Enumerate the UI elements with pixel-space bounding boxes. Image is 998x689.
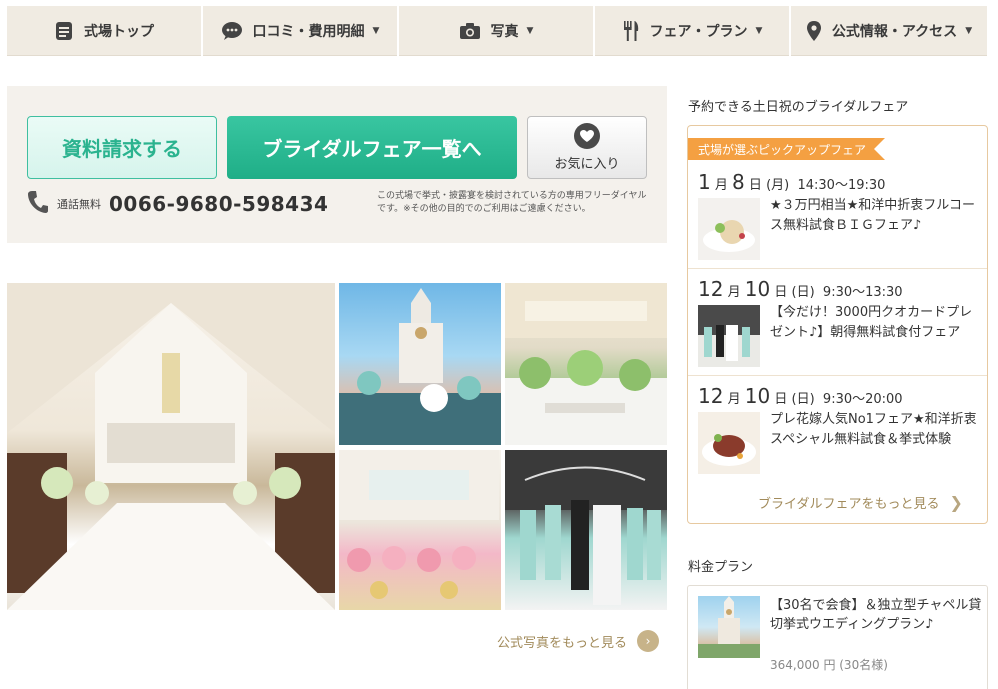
more-photos-label: 公式写真をもっと見る [497, 635, 628, 651]
nav-fair-plan[interactable]: フェア・プラン ▼ [595, 6, 791, 56]
heart-icon [574, 123, 600, 149]
more-fairs-link[interactable]: ブライダルフェアをもっと見る ❯ [758, 493, 963, 512]
nav-venue-top[interactable]: 式場トップ [7, 6, 203, 56]
arrow-right-icon: › [637, 630, 660, 652]
nav-label: 公式情報・アクセス [831, 24, 958, 40]
favorite-label: お気に入り [554, 157, 620, 172]
speech-bubble-icon [221, 21, 243, 41]
chevron-right-icon: ❯ [949, 493, 963, 512]
chapel-exterior-photo[interactable] [339, 283, 501, 445]
fair-date: 12 月 10 日 (日) 9:30〜20:00 [698, 384, 903, 408]
fair-thumbnail [698, 412, 760, 474]
camera-icon [459, 22, 481, 40]
plan-price: 364,000 円 (30名様) [770, 658, 888, 672]
nav-label: フェア・プラン [649, 24, 748, 40]
banquet-hall-photo[interactable] [505, 283, 667, 445]
document-icon [54, 21, 74, 41]
nav-label: 口コミ・費用明細 [252, 24, 365, 40]
request-documents-button[interactable]: 資料請求する [27, 116, 217, 179]
fair-item[interactable]: 12 月 10 日 (日) 9:30〜20:00 プレ花嫁人気No1フェア★和洋… [688, 376, 987, 486]
nav-label: 写真 [490, 24, 519, 40]
pickup-badge: 式場が選ぶピックアップフェア [688, 138, 886, 160]
top-navigation: 式場トップ 口コミ・費用明細 ▼ 写真 ▼ フェア・プラン ▼ 公式情報・アクセ… [7, 6, 987, 56]
plan-section-title: 料金プラン [688, 560, 754, 575]
chevron-down-icon: ▼ [372, 26, 380, 36]
favorite-button[interactable]: お気に入り [527, 116, 647, 179]
nav-reviews[interactable]: 口コミ・費用明細 ▼ [203, 6, 399, 56]
bridal-fair-box: 式場が選ぶピックアップフェア 1 月 8 日 (月) 14:30〜19:30 ★… [687, 125, 988, 524]
plan-title: 【30名で会食】＆独立型チャペル貸切挙式ウエディングプラン♪ [770, 598, 982, 632]
map-pin-icon [806, 20, 822, 42]
fair-title: プレ花嫁人気No1フェア★和洋折衷スペシャル無料試食＆挙式体験 [770, 412, 977, 447]
fair-title: 【今だけ！3000円クオカードプレゼント♪】朝得無料試食付フェア [770, 305, 973, 340]
fair-date: 12 月 10 日 (日) 9:30〜13:30 [698, 277, 903, 301]
fair-item[interactable]: 12 月 10 日 (日) 9:30〜13:30 【今だけ！3000円クオカード… [688, 269, 987, 376]
chevron-down-icon: ▼ [526, 26, 534, 36]
bridal-fair-list-button[interactable]: ブライダルフェア一覧へ [227, 116, 517, 179]
phone-icon [27, 190, 49, 218]
fair-section-title: 予約できる土日祝のブライダルフェア [688, 100, 909, 115]
toll-free-phone: 通話無料 0066-9680-598434 [27, 190, 328, 218]
fair-thumbnail [698, 198, 760, 260]
fork-knife-icon [622, 20, 640, 42]
more-photos-link[interactable]: 公式写真をもっと見る › [497, 630, 660, 652]
chapel-photo[interactable] [7, 283, 335, 610]
plan-thumbnail [698, 596, 760, 658]
fair-item[interactable]: 1 月 8 日 (月) 14:30〜19:30 ★３万円相当★和洋中折衷フルコー… [688, 162, 987, 269]
fair-thumbnail [698, 305, 760, 367]
nav-label: 式場トップ [84, 24, 154, 40]
plan-item[interactable]: 【30名で会食】＆独立型チャペル貸切挙式ウエディングプラン♪ 364,000 円… [687, 585, 988, 689]
chevron-down-icon: ▼ [965, 26, 973, 36]
chevron-down-icon: ▼ [755, 26, 763, 36]
fair-date: 1 月 8 日 (月) 14:30〜19:30 [698, 170, 886, 194]
contact-panel: 資料請求する ブライダルフェア一覧へ お気に入り 通話無料 0066-9680-… [7, 86, 667, 243]
toll-free-label: 通話無料 [57, 198, 101, 211]
wedding-party-photo[interactable] [505, 450, 667, 610]
nav-official-access[interactable]: 公式情報・アクセス ▼ [791, 6, 987, 56]
phone-note: この式場で挙式・披露宴を検討されている方の専用フリーダイヤルです。※その他の目的… [377, 191, 647, 214]
fair-title: ★３万円相当★和洋中折衷フルコース無料試食ＢＩＧフェア♪ [770, 198, 976, 233]
more-fairs-label: ブライダルフェアをもっと見る [758, 497, 940, 512]
nav-photos[interactable]: 写真 ▼ [399, 6, 595, 56]
phone-number: 0066-9680-598434 [109, 192, 329, 216]
reception-table-photo[interactable] [339, 450, 501, 610]
